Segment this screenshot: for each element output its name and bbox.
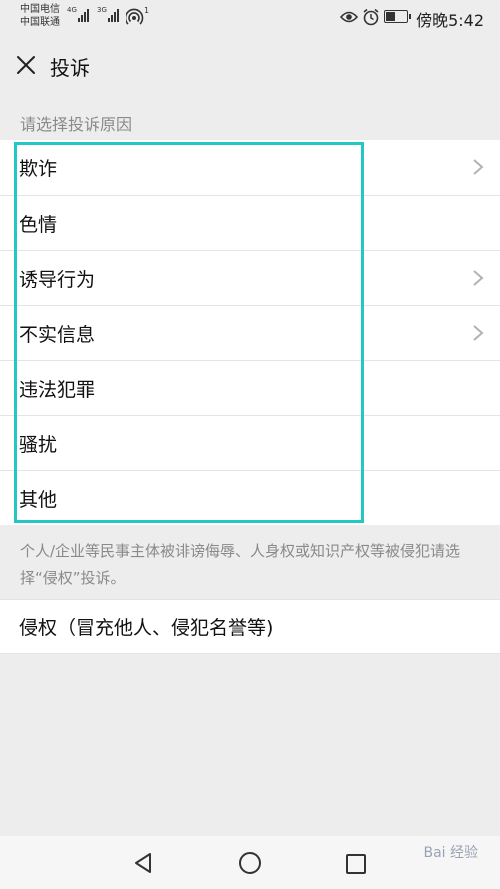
reason-item-porn[interactable]: 色情	[0, 195, 500, 250]
battery-icon	[384, 10, 411, 23]
eye-icon	[339, 9, 359, 28]
back-triangle-icon	[135, 853, 151, 873]
reason-item-other[interactable]: 其他	[0, 470, 500, 525]
reason-label: 侵权（冒充他人、侵犯名誉等)	[19, 617, 274, 639]
reason-label: 不实信息	[19, 324, 96, 346]
recent-square-icon	[346, 854, 366, 874]
reason-label: 欺诈	[19, 158, 58, 180]
alarm-icon	[362, 8, 380, 30]
signal-2-icon	[108, 8, 119, 22]
chevron-right-icon	[473, 270, 484, 286]
status-bar: 中国电信 中国联通 4G 3G 1 傍晚5:42	[0, 0, 500, 34]
nav-recent-button[interactable]	[345, 853, 367, 879]
reason-label: 违法犯罪	[19, 379, 96, 401]
page-title: 投诉	[50, 56, 90, 80]
watermark: Bai 经验	[423, 845, 478, 861]
close-button[interactable]	[12, 51, 40, 79]
reason-item-inducement[interactable]: 诱导行为	[0, 250, 500, 305]
reason-label: 其他	[19, 489, 58, 511]
carrier-2: 中国联通	[20, 17, 60, 28]
header: 投诉	[0, 34, 500, 96]
close-icon	[17, 56, 35, 74]
reason-item-crime[interactable]: 违法犯罪	[0, 360, 500, 415]
home-circle-icon	[239, 852, 261, 874]
reason-item-infringement[interactable]: 侵权（冒充他人、侵犯名誉等)	[0, 599, 500, 654]
hotspot-count: 1	[144, 6, 150, 15]
reason-label: 色情	[19, 214, 58, 236]
section-label: 请选择投诉原因	[20, 115, 133, 134]
chevron-right-icon	[473, 159, 484, 175]
infringement-note: 个人/企业等民事主体被诽谤侮辱、人身权或知识产权等被侵犯请选择“侵权”投诉。	[20, 542, 461, 587]
signal-1-icon	[78, 8, 89, 22]
carrier-1: 中国电信	[20, 4, 60, 15]
network-type-2: 3G	[97, 6, 107, 14]
reason-item-false-info[interactable]: 不实信息	[0, 305, 500, 360]
reason-list: 欺诈 色情 诱导行为 不实信息 违法犯罪 骚扰 其他	[0, 140, 500, 525]
reason-item-harassment[interactable]: 骚扰	[0, 415, 500, 470]
nav-back-button[interactable]	[131, 851, 155, 879]
clock: 傍晚5:42	[416, 11, 484, 30]
carrier-info: 中国电信 中国联通	[20, 3, 60, 29]
nav-home-button[interactable]	[238, 851, 262, 879]
chevron-right-icon	[473, 325, 484, 341]
reason-item-fraud[interactable]: 欺诈	[0, 140, 500, 195]
reason-label: 骚扰	[19, 434, 58, 456]
network-type-1: 4G	[67, 6, 77, 14]
hotspot-icon: 1	[124, 6, 150, 30]
reason-label: 诱导行为	[19, 269, 96, 291]
